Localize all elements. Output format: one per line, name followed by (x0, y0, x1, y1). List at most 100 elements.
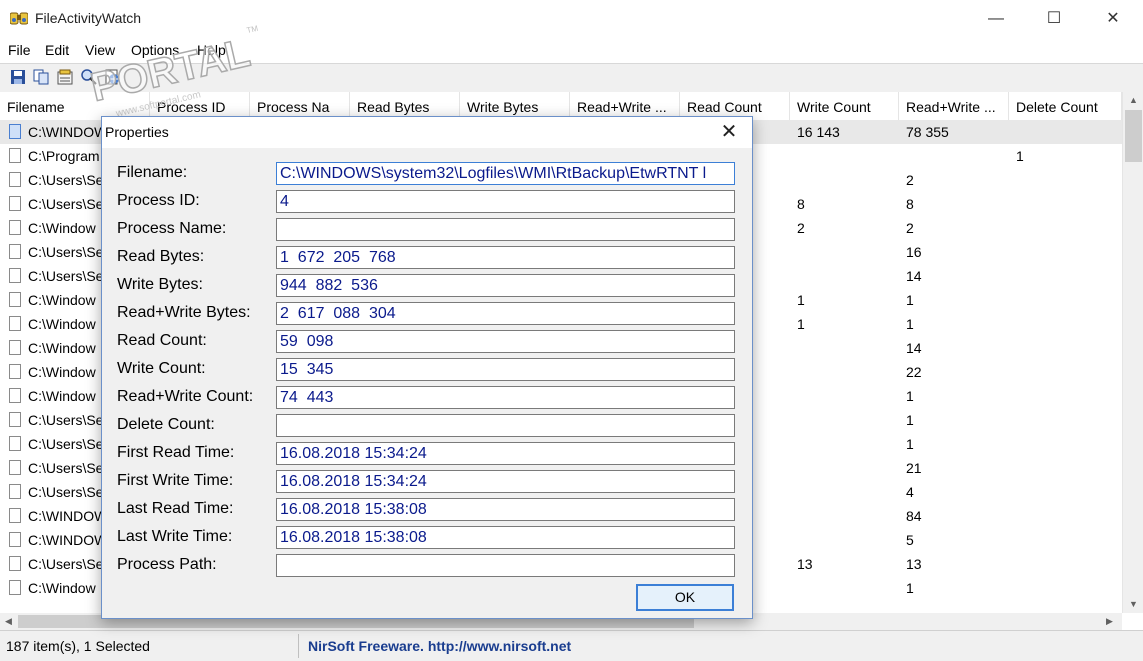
column-write-count[interactable]: Write Count (790, 92, 899, 120)
cell-write-count (797, 360, 897, 384)
menu-help[interactable]: Help (197, 42, 226, 58)
field-value[interactable] (276, 414, 735, 437)
field-label: Read Count: (117, 332, 207, 349)
field-value[interactable]: 4 (276, 190, 735, 213)
close-button[interactable]: ✕ (1084, 0, 1142, 38)
system-file-icon (9, 532, 21, 547)
cell-delete-count (1016, 408, 1116, 432)
save-icon[interactable] (10, 69, 26, 85)
cell-write-count (797, 336, 897, 360)
field-label: Read Bytes: (117, 248, 205, 265)
cell-delete-count (1016, 264, 1116, 288)
field-label: Filename: (117, 164, 188, 181)
field-label: Read+Write Count: (117, 388, 254, 405)
cell-write-count (797, 456, 897, 480)
menu-file[interactable]: File (8, 42, 31, 58)
properties-icon[interactable] (57, 69, 73, 85)
field-value[interactable] (276, 218, 735, 241)
cell-write-count: 8 (797, 196, 805, 212)
maximize-icon: ☐ (1046, 10, 1062, 27)
cell-read-write-count: 1 (906, 412, 914, 428)
cell-delete-count (1016, 528, 1116, 552)
file-icon (9, 292, 21, 307)
html-report-icon[interactable] (104, 69, 120, 85)
cell-write-count (797, 240, 897, 264)
field-value[interactable]: C:\WINDOWS\system32\Logfiles\WMI\RtBacku… (276, 162, 735, 185)
cell-delete-count (1016, 432, 1116, 456)
field-label: Read+Write Bytes: (117, 304, 251, 321)
column-delete-count[interactable]: Delete Count (1009, 92, 1122, 120)
cell-delete-count (1016, 552, 1116, 576)
menu-bar: File Edit View Options Help (0, 38, 1143, 63)
close-icon: ✕ (1106, 10, 1120, 27)
cell-delete-count (1016, 456, 1116, 480)
scroll-right-icon[interactable]: ▶ (1101, 613, 1118, 630)
field-value[interactable]: 16.08.2018 15:38:08 (276, 498, 735, 521)
cell-read-write-count: 16 (906, 244, 922, 260)
cell-delete-count (1016, 384, 1116, 408)
toolbar (0, 63, 1143, 93)
file-icon (9, 196, 21, 211)
window-title: FileActivityWatch (35, 10, 142, 26)
field-value[interactable]: 74 443 (276, 386, 735, 409)
font-file-icon (9, 388, 21, 403)
cell-delete-count (1016, 240, 1116, 264)
cell-write-count: 1 (797, 292, 805, 308)
maximize-button[interactable]: ☐ (1025, 0, 1083, 38)
cell-read-write-count: 21 (906, 460, 922, 476)
field-value[interactable]: 15 345 (276, 358, 735, 381)
cell-read-write-count: 5 (906, 532, 914, 548)
cell-read-write-count: 1 (906, 388, 914, 404)
file-icon (9, 316, 21, 331)
scroll-left-icon[interactable]: ◀ (0, 613, 17, 630)
dialog-title: Properties (105, 124, 169, 140)
field-value[interactable] (276, 554, 735, 577)
cell-write-count (797, 168, 897, 192)
cell-read-write-count: 1 (906, 316, 914, 332)
cell-write-count (797, 432, 897, 456)
cell-read-write-count: 1 (906, 580, 914, 596)
ok-button[interactable]: OK (636, 584, 734, 611)
minimize-button[interactable]: — (967, 0, 1025, 38)
field-value[interactable]: 16.08.2018 15:34:24 (276, 442, 735, 465)
field-value[interactable]: 16.08.2018 15:38:08 (276, 526, 735, 549)
cell-write-count: 16 143 (797, 124, 840, 140)
status-divider (298, 634, 299, 658)
dialog-close-button[interactable]: ✕ (706, 117, 752, 148)
vertical-scroll-thumb[interactable] (1125, 110, 1142, 162)
cell-write-count (797, 384, 897, 408)
cell-read-write-count: 4 (906, 484, 914, 500)
cell-read-write-count: 1 (906, 292, 914, 308)
dialog-title-bar: Properties ✕ (102, 117, 752, 148)
cell-write-count: 1 (797, 316, 805, 332)
field-label: Process Path: (117, 556, 217, 573)
system-file-icon (9, 556, 21, 571)
field-value[interactable]: 944 882 536 (276, 274, 735, 297)
scroll-down-icon[interactable]: ▼ (1123, 596, 1143, 613)
vertical-scrollbar[interactable]: ▲ ▼ (1122, 92, 1143, 613)
find-icon[interactable] (81, 69, 97, 85)
field-value[interactable]: 59 098 (276, 330, 735, 353)
system-file-icon (9, 364, 21, 379)
menu-options[interactable]: Options (131, 42, 179, 58)
cell-write-count (797, 480, 897, 504)
cell-read-write-count: 2 (906, 172, 914, 188)
menu-edit[interactable]: Edit (45, 42, 69, 58)
menu-view[interactable]: View (85, 42, 115, 58)
column-read-write-count[interactable]: Read+Write ... (899, 92, 1009, 120)
field-label: Process Name: (117, 220, 227, 237)
copy-icon[interactable] (33, 69, 49, 85)
field-value[interactable]: 16.08.2018 15:34:24 (276, 470, 735, 493)
cell-delete-count (1016, 168, 1116, 192)
field-value[interactable]: 1 672 205 768 (276, 246, 735, 269)
system-file-icon (9, 340, 21, 355)
file-icon (9, 484, 21, 499)
status-credit-link[interactable]: NirSoft Freeware. http://www.nirsoft.net (308, 635, 571, 657)
status-item-count: 187 item(s), 1 Selected (6, 638, 150, 654)
cell-read-write-count: 84 (906, 508, 922, 524)
file-icon (9, 148, 21, 163)
field-label: Delete Count: (117, 416, 215, 433)
field-value[interactable]: 2 617 088 304 (276, 302, 735, 325)
file-icon (9, 268, 21, 283)
scroll-up-icon[interactable]: ▲ (1123, 92, 1143, 109)
